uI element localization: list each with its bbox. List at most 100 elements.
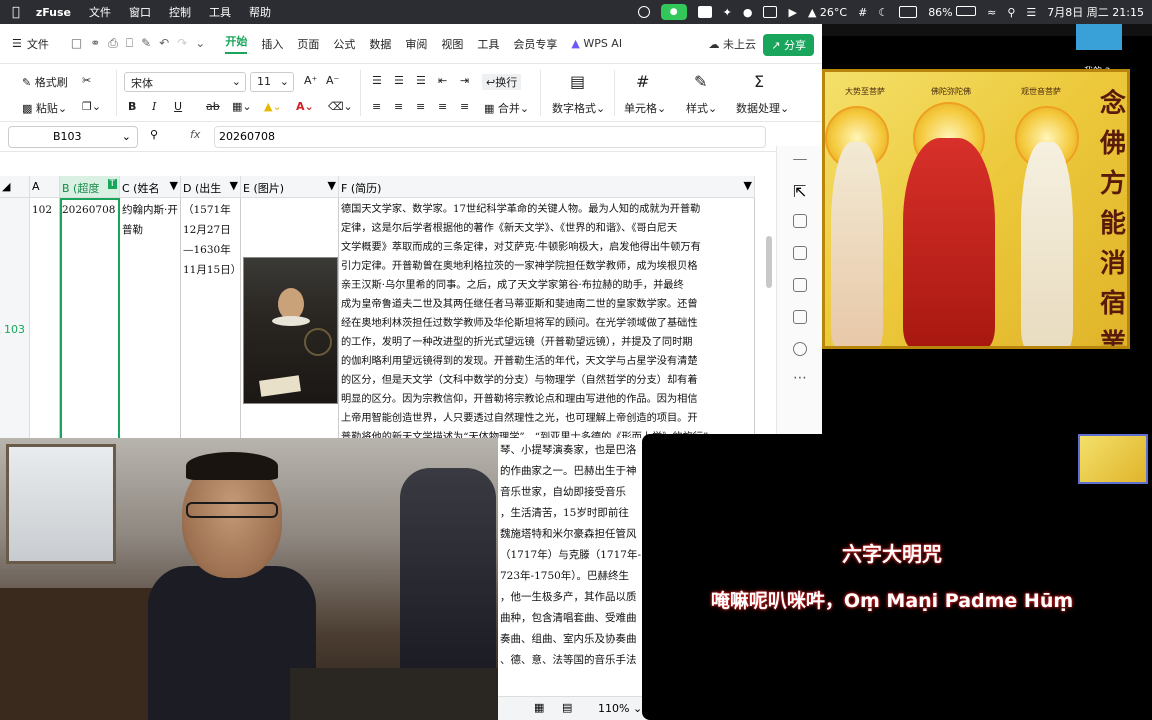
cell-f103[interactable]: 德国天文学家、数学家。17世纪科学革命的关键人物。最为人知的成就为开普勒 定律，这… (339, 198, 755, 462)
bold-icon[interactable]: B (128, 100, 136, 113)
align-left-icon[interactable]: ≡ (372, 100, 381, 113)
pointer-icon[interactable]: ⇱ (793, 182, 807, 201)
play-icon[interactable]: ▶ (788, 6, 796, 19)
cell-d103[interactable]: （1571年12月27日—1630年11月15日） (181, 198, 241, 462)
kepler-portrait-image[interactable] (243, 257, 338, 404)
tab-tools[interactable]: 工具 (477, 36, 499, 52)
align-middle-icon[interactable]: ☰ (394, 74, 404, 87)
redo-icon[interactable]: ↷ (177, 36, 187, 51)
menu-help[interactable]: 帮助 (249, 4, 271, 20)
align-bottom-icon[interactable]: ☰ (416, 74, 426, 87)
menu-tools[interactable]: 工具 (209, 4, 231, 20)
tab-wps-ai[interactable]: ▲ WPS AI (571, 37, 622, 50)
paste-button[interactable]: ▩ 粘贴⌄ (22, 100, 67, 116)
align-center-icon[interactable]: ≡ (394, 100, 403, 113)
tab-data[interactable]: 数据 (369, 36, 391, 52)
minus-icon[interactable] (793, 158, 807, 160)
search-icon[interactable]: ⚲ (1007, 6, 1015, 19)
apple-icon[interactable]:  (12, 5, 20, 20)
tab-view[interactable]: 视图 (441, 36, 463, 52)
tab-home[interactable]: 开始 (225, 33, 248, 54)
menu-file[interactable]: 文件 (89, 4, 111, 20)
more-down-icon[interactable]: ⌄ (195, 36, 205, 51)
tab-insert[interactable]: 插入 (261, 36, 283, 52)
tab-member[interactable]: 会员专享 (513, 36, 557, 52)
align-right-icon[interactable]: ≡ (416, 100, 425, 113)
filter-dropdown-icon[interactable]: ▼ (328, 179, 336, 192)
settings-icon[interactable] (793, 214, 807, 228)
column-header-d[interactable]: D (出生 ▼ (181, 176, 241, 198)
underline-icon[interactable]: U (174, 100, 182, 113)
border-icon[interactable]: ▦⌄ (232, 100, 252, 113)
name-box[interactable]: B103 ⌄ (8, 126, 138, 148)
menu-window[interactable]: 窗口 (129, 4, 151, 20)
cut-icon[interactable]: ✂ (82, 74, 91, 87)
font-color-icon[interactable]: A⌄ (296, 100, 314, 113)
cell-a103[interactable]: 102 (30, 198, 60, 462)
undo-icon[interactable]: ↶ (159, 36, 169, 51)
strikethrough-icon[interactable]: ab (206, 100, 220, 113)
indent-increase-icon[interactable]: ⇥ (460, 74, 469, 87)
row-header-103[interactable]: 103 (0, 198, 30, 462)
column-header-e[interactable]: E (图片) ▼ (241, 176, 339, 198)
column-header-f[interactable]: F (简历) ▼ (339, 176, 755, 198)
merge-button[interactable]: ▦ 合并⌄ (484, 100, 529, 116)
select-all-corner[interactable]: ◢ (0, 176, 30, 198)
formula-input[interactable]: 20260708 (214, 126, 766, 148)
image-icon[interactable] (793, 310, 807, 324)
battery-display[interactable]: 86% (928, 5, 977, 19)
fx-icon[interactable]: fx (190, 128, 200, 141)
column-header-b[interactable]: B (超度 T (60, 176, 120, 198)
wrap-button[interactable]: ↩换行 (482, 74, 522, 90)
align-top-icon[interactable]: ☰ (372, 74, 382, 87)
control-center-icon[interactable]: ☰ (1026, 6, 1036, 19)
styles-button[interactable]: 样式⌄ (686, 100, 717, 116)
app-name[interactable]: zFuse (36, 6, 71, 19)
weather-display[interactable]: ▲ 26°C (808, 6, 847, 19)
share-button[interactable]: ↗ 分享 (763, 34, 814, 56)
cells-button[interactable]: 单元格⌄ (624, 100, 666, 116)
camera-icon[interactable]: ● (660, 4, 687, 20)
save-icon[interactable]: □ (71, 36, 82, 51)
clear-format-icon[interactable]: ⌫⌄ (328, 100, 353, 113)
history-icon[interactable] (793, 342, 807, 356)
normal-view-icon[interactable]: ▦ (534, 701, 544, 714)
moon-icon[interactable]: ☾ (878, 6, 888, 19)
filter-dropdown-icon[interactable]: ▼ (230, 179, 238, 192)
shape-icon[interactable] (793, 278, 807, 292)
column-header-a[interactable]: A (30, 176, 60, 198)
filter-dropdown-icon[interactable]: ▼ (170, 179, 178, 192)
cloud-status[interactable]: ☁ 未上云 (709, 36, 757, 52)
chat-icon[interactable] (763, 6, 778, 18)
filter-active-icon[interactable]: T (107, 179, 117, 189)
record-icon[interactable] (637, 6, 650, 18)
column-header-c[interactable]: C (姓名 ▼ (120, 176, 181, 198)
indent-decrease-icon[interactable]: ⇤ (438, 74, 447, 87)
export-icon[interactable]: ⚭ (90, 36, 100, 51)
tab-page[interactable]: 页面 (297, 36, 319, 52)
screen-icon[interactable] (899, 6, 918, 18)
filter-dropdown-icon[interactable]: ▼ (744, 179, 752, 192)
cell-c103[interactable]: 约翰内斯·开普勒 (120, 198, 181, 462)
print-icon[interactable]: ⎙ (108, 36, 118, 51)
sparkle-icon[interactable]: ✦ (723, 6, 732, 19)
vertical-scrollbar[interactable] (766, 236, 772, 288)
zoom-search-icon[interactable]: ⚲ (150, 128, 158, 141)
italic-icon[interactable]: I (152, 100, 156, 113)
preview-icon[interactable]: ⎕ (126, 36, 133, 51)
fill-color-icon[interactable]: ▲⌄ (264, 100, 282, 113)
format-painter-button[interactable]: ✎ 格式刷 (22, 74, 68, 90)
layout-icon[interactable] (793, 246, 807, 260)
zoom-level[interactable]: 110% ⌄ (598, 702, 642, 715)
font-size-select[interactable]: 11 ⌄ (250, 72, 294, 92)
file-menu[interactable]: ☰ 文件 (12, 36, 49, 52)
page-view-icon[interactable]: ▤ (562, 701, 572, 714)
more-icon[interactable]: ⋯ (793, 370, 807, 386)
wifi-icon[interactable]: ≈ (987, 6, 996, 19)
clock[interactable]: 7月8日 周二 21:15 (1047, 4, 1144, 20)
copy-icon[interactable]: ❐⌄ (82, 100, 101, 113)
tab-review[interactable]: 审阅 (405, 36, 427, 52)
wps-icon[interactable] (697, 6, 712, 18)
cell-b103[interactable]: 20260708 (60, 198, 120, 462)
font-name-select[interactable]: 宋体 ⌄ (124, 72, 246, 92)
